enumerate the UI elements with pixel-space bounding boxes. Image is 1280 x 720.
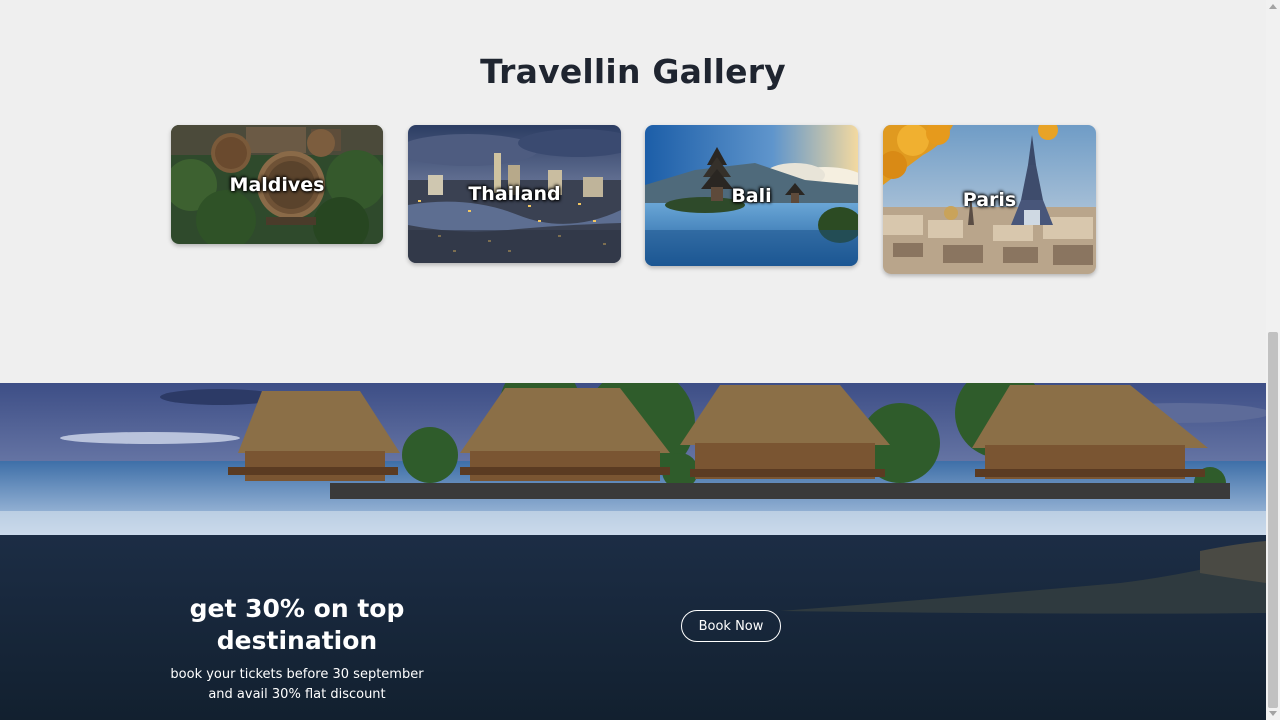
gallery-card-thailand[interactable]: Thailand bbox=[408, 125, 621, 263]
scroll-up-arrow-icon[interactable] bbox=[1269, 4, 1277, 9]
promo-text-block: get 30% on top destination book your tic… bbox=[166, 593, 428, 705]
gallery-card-label: Maldives bbox=[229, 173, 325, 196]
promo-subtext: book your tickets before 30 september an… bbox=[170, 667, 424, 702]
page-scrollbar[interactable] bbox=[1266, 0, 1280, 720]
scroll-down-arrow-icon[interactable] bbox=[1269, 711, 1277, 716]
gallery-card-maldives[interactable]: Maldives bbox=[171, 125, 383, 244]
gallery-card-bali[interactable]: Bali bbox=[645, 125, 858, 266]
gallery-card-label: Thailand bbox=[468, 183, 561, 205]
gallery-card-label: Paris bbox=[962, 188, 1017, 211]
promo-banner: get 30% on top destination book your tic… bbox=[0, 383, 1266, 720]
gallery-title: Travellin Gallery bbox=[480, 52, 786, 91]
gallery-card-paris[interactable]: Paris bbox=[883, 125, 1096, 274]
gallery-card-label: Bali bbox=[731, 184, 772, 207]
promo-heading: get 30% on top destination bbox=[189, 594, 405, 655]
scrollbar-thumb[interactable] bbox=[1268, 332, 1278, 708]
book-now-button[interactable]: Book Now bbox=[681, 610, 781, 642]
